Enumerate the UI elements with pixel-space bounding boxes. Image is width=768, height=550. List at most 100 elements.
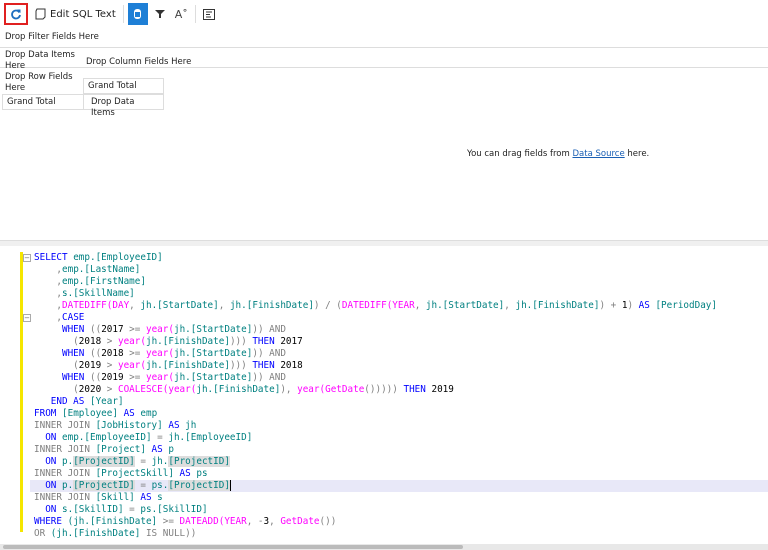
code-token: WHEN [34, 372, 90, 383]
code-token: ) / ( [313, 300, 342, 311]
code-line[interactable]: INNER JOIN [Project] AS p [34, 444, 768, 456]
code-token: DATEDIFF( [341, 300, 393, 311]
code-token: (( [89, 372, 102, 383]
code-line[interactable]: ON p.[ProjectID] = jh.[ProjectID] [34, 456, 768, 468]
code-token: emp.[LastName] [62, 264, 141, 275]
code-line[interactable]: ON p.[ProjectID] = ps.[ProjectID] [30, 480, 768, 492]
code-token: ))) [229, 360, 253, 371]
code-token: SELECT [34, 252, 74, 263]
drop-data-items-cell[interactable]: Drop Data Items [83, 94, 164, 118]
code-token: 2019 [78, 360, 102, 371]
code-line[interactable]: WHEN ((2017 >= year(jh.[StartDate])) AND [34, 324, 768, 336]
code-token: 2019 [101, 372, 124, 383]
code-token: emp.[EmployeeID] [73, 252, 163, 263]
row-drop-area[interactable]: Drop Row Fields Here [5, 72, 80, 94]
code-line[interactable]: ON s.[SkillID] = ps.[SkillID] [34, 504, 768, 516]
scrollbar-thumb[interactable] [3, 545, 463, 549]
fold-toggle-icon[interactable]: − [23, 314, 31, 322]
refresh-button[interactable] [4, 3, 28, 25]
code-token: (jh.[FinishDate] [67, 516, 158, 527]
toolbar-separator [122, 5, 124, 23]
code-token: jh.[FinishDate] [196, 384, 281, 395]
code-token: WHEN [34, 348, 90, 359]
code-token: jh.[FinishDate] [515, 300, 600, 311]
code-token: >= [123, 348, 146, 359]
code-token: )) AND [252, 348, 286, 359]
code-token: WHEN [34, 324, 90, 335]
code-line[interactable]: WHEN ((2019 >= year(jh.[StartDate])) AND [34, 372, 768, 384]
code-token: 2017 [280, 336, 303, 347]
font-format-icon: A˚ [174, 7, 188, 21]
code-token: = [134, 480, 152, 491]
data-source-button[interactable] [127, 3, 148, 25]
code-line[interactable]: (2018 > year(jh.[FinishDate]))) THEN 201… [34, 336, 768, 348]
toolbar: Edit SQL Text A˚ [0, 0, 768, 28]
code-token: 2018 [78, 336, 102, 347]
refresh-icon [11, 9, 21, 20]
code-token: , [218, 300, 230, 311]
code-line[interactable]: ,emp.[LastName] [34, 264, 768, 276]
code-line[interactable]: (2020 > COALESCE(year(jh.[FinishDate]), … [34, 384, 768, 396]
code-token: >= [123, 372, 146, 383]
code-line[interactable]: SELECT emp.[EmployeeID] [34, 252, 768, 264]
filter-area-label: Drop Filter Fields Here [5, 32, 99, 42]
layout-button[interactable] [200, 3, 218, 25]
code-line[interactable]: INNER JOIN [JobHistory] AS jh [34, 420, 768, 432]
code-token: )) AND [252, 324, 286, 335]
code-token: , [34, 288, 62, 299]
code-token: emp.[FirstName] [62, 276, 146, 287]
horizontal-scrollbar[interactable] [0, 544, 768, 550]
filter-drop-area[interactable]: Drop Filter Fields Here [0, 28, 768, 48]
code-line[interactable]: INNER JOIN [Skill] AS s [34, 492, 768, 504]
code-token: = [151, 432, 169, 443]
code-token: [JobHistory] [95, 420, 163, 431]
code-token: COALESCE( [117, 384, 169, 395]
code-line[interactable]: ,CASE [34, 312, 768, 324]
fold-toggle-icon[interactable]: − [23, 254, 31, 262]
code-line[interactable]: ,emp.[FirstName] [34, 276, 768, 288]
edit-sql-button[interactable]: Edit SQL Text [32, 3, 119, 25]
code-token: p. [62, 480, 74, 491]
code-token: THEN [397, 384, 432, 395]
code-line[interactable]: ,s.[SkillName] [34, 288, 768, 300]
empty-message: You can drag fields from Data Source her… [467, 149, 649, 159]
code-token: AS [134, 492, 158, 503]
code-line[interactable]: ,DATEDIFF(DAY, jh.[StartDate], jh.[Finis… [34, 300, 768, 312]
sql-editor[interactable]: − − SELECT emp.[EmployeeID] ,emp.[LastNa… [0, 246, 768, 544]
code-line[interactable]: END AS [Year] [34, 396, 768, 408]
code-line[interactable]: WHERE (jh.[FinishDate] >= DATEADD(YEAR, … [34, 516, 768, 528]
code-line[interactable]: (2019 > year(jh.[FinishDate]))) THEN 201… [34, 360, 768, 372]
sql-code[interactable]: SELECT emp.[EmployeeID] ,emp.[LastName] … [30, 252, 768, 540]
code-token: year( [297, 384, 326, 395]
data-items-drop-area[interactable]: Drop Data Items Here [5, 50, 80, 72]
code-token: ( [34, 360, 79, 371]
code-token: [ProjectID] [168, 456, 230, 467]
code-token: jh.[EmployeeID] [168, 432, 253, 443]
code-token: > [101, 360, 118, 371]
code-token: DATEADD( [179, 516, 225, 527]
code-line[interactable]: WHEN ((2018 >= year(jh.[StartDate])) AND [34, 348, 768, 360]
code-token: 2018 [101, 348, 124, 359]
code-line[interactable]: OR (jh.[FinishDate] IS NULL)) [34, 528, 768, 540]
code-line[interactable]: FROM [Employee] AS emp [34, 408, 768, 420]
code-token: AS [173, 468, 197, 479]
code-token: , [34, 276, 62, 287]
format-button[interactable]: A˚ [172, 3, 191, 25]
code-token: ON [34, 480, 62, 491]
code-token: year( [117, 360, 146, 371]
code-token: 2018 [280, 360, 303, 371]
code-token: INNER JOIN [34, 492, 96, 503]
edit-sql-label: Edit SQL Text [50, 8, 116, 20]
code-token: AS [145, 444, 169, 455]
code-token: [Skill] [95, 492, 135, 503]
code-token: emp.[EmployeeID] [62, 432, 152, 443]
data-source-link[interactable]: Data Source [572, 149, 624, 159]
code-token: 2017 [101, 324, 124, 335]
code-line[interactable]: INNER JOIN [ProjectSkill] AS ps [34, 468, 768, 480]
code-token: year( [145, 324, 174, 335]
code-token: year( [168, 384, 197, 395]
filter-button[interactable] [152, 3, 168, 25]
column-drop-area[interactable]: Drop Column Fields Here [86, 57, 191, 68]
code-line[interactable]: ON emp.[EmployeeID] = jh.[EmployeeID] [34, 432, 768, 444]
code-token: 2019 [431, 384, 454, 395]
